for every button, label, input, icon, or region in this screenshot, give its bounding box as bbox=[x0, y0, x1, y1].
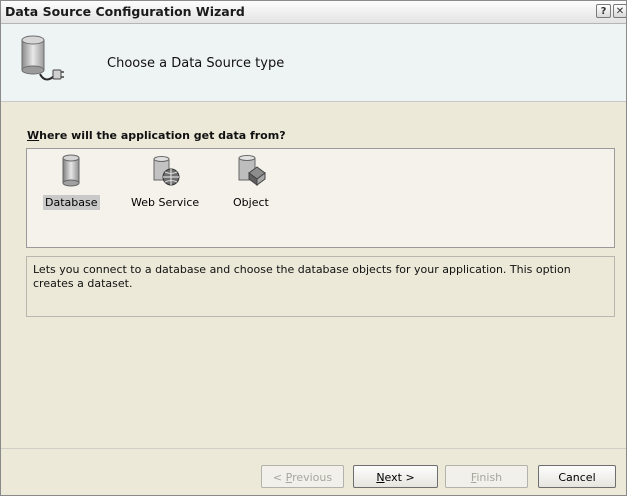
help-icon: ? bbox=[600, 6, 607, 17]
object-icon bbox=[238, 155, 266, 186]
page-title: Choose a Data Source type bbox=[107, 56, 285, 71]
data-source-type-list[interactable]: Database Web Service Object bbox=[26, 148, 615, 248]
previous-button[interactable]: < Previous bbox=[261, 465, 344, 488]
question-accel: W bbox=[27, 129, 40, 142]
web-service-icon bbox=[153, 156, 180, 186]
database-plug-icon bbox=[21, 35, 64, 81]
data-source-question: Where will the application get data from… bbox=[27, 129, 286, 142]
next-rest: ext > bbox=[384, 471, 415, 484]
title-bar[interactable]: Data Source Configuration Wizard ? ✕ bbox=[1, 1, 626, 24]
window-title: Data Source Configuration Wizard bbox=[5, 4, 245, 19]
help-button[interactable]: ? bbox=[596, 4, 611, 18]
choice-object[interactable]: Object bbox=[231, 153, 271, 210]
previous-prefix: < bbox=[272, 471, 286, 484]
description-text: Lets you connect to a database and choos… bbox=[33, 263, 571, 290]
close-button[interactable]: ✕ bbox=[613, 4, 626, 18]
wizard-window: Data Source Configuration Wizard ? ✕ Cho… bbox=[0, 0, 627, 496]
cancel-button[interactable]: Cancel bbox=[538, 465, 616, 488]
finish-rest: inish bbox=[476, 471, 503, 484]
choice-database[interactable]: Database bbox=[43, 153, 100, 210]
close-icon: ✕ bbox=[615, 6, 625, 17]
next-button[interactable]: Next > bbox=[353, 465, 438, 488]
next-accel: N bbox=[376, 471, 385, 484]
choice-label-object: Object bbox=[233, 196, 269, 209]
choice-web-service[interactable]: Web Service bbox=[129, 153, 201, 210]
footer-divider bbox=[1, 448, 626, 449]
choice-label-web-service: Web Service bbox=[131, 196, 200, 209]
description-panel: Lets you connect to a database and choos… bbox=[26, 256, 615, 317]
choice-label-database: Database bbox=[43, 195, 100, 210]
finish-button[interactable]: Finish bbox=[445, 465, 528, 488]
wizard-header: Choose a Data Source type bbox=[1, 24, 626, 102]
database-icon bbox=[62, 154, 80, 187]
question-text: here will the application get data from? bbox=[39, 129, 286, 142]
previous-rest: revious bbox=[292, 471, 333, 484]
